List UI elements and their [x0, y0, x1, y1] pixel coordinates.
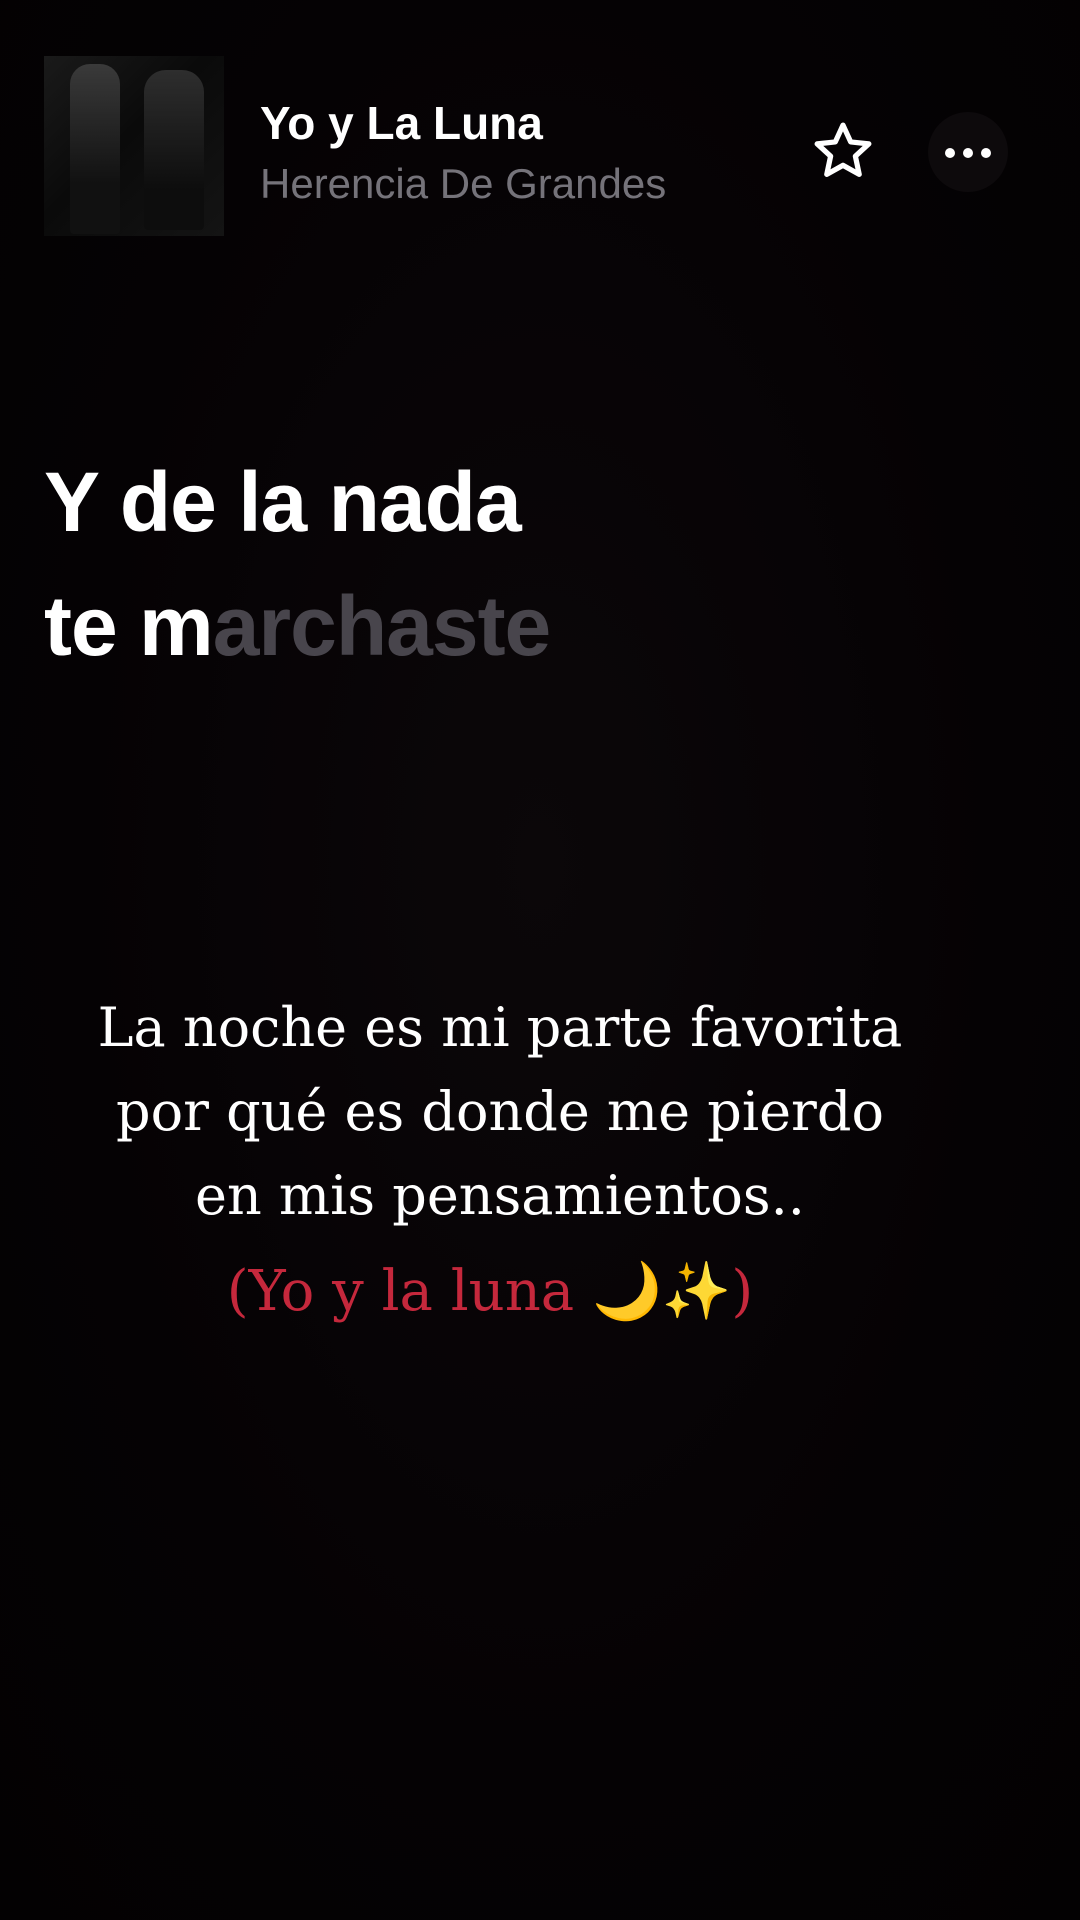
current-lyric-sung-part: te m [44, 579, 214, 673]
quote-line: La noche es mi parte favorita [97, 996, 903, 1059]
current-lyric-line-2: te marchaste [44, 564, 552, 688]
signature-text: (Yo y la luna [226, 1259, 592, 1324]
now-playing-header: Yo y La Luna Herencia De Grandes [0, 0, 1080, 260]
more-options-button[interactable] [928, 112, 1008, 192]
ellipsis-dot [963, 148, 973, 158]
album-art-figure [144, 70, 204, 230]
lyrics-screen: Yo y La Luna Herencia De Grandes Y de la… [0, 0, 1080, 1920]
overlay-quote: La noche es mi parte favorita por qué es… [40, 986, 960, 1238]
ellipsis-dot [981, 148, 991, 158]
ellipsis-dot [945, 148, 955, 158]
quote-line: por qué es donde me pierdo [116, 1080, 884, 1143]
current-lyric-unsung-part: archaste [212, 579, 552, 673]
quote-line: en mis pensamientos.. [195, 1164, 805, 1227]
star-outline-icon [814, 122, 872, 177]
artist-name[interactable]: Herencia De Grandes [260, 160, 666, 208]
album-art-figure [70, 64, 120, 234]
moon-sparkles-icon: 🌙✨ [591, 1259, 732, 1324]
overlay-signature: (Yo y la luna 🌙✨) [210, 1258, 770, 1324]
favorite-button[interactable] [810, 118, 876, 184]
signature-close: ) [731, 1259, 754, 1324]
current-lyric[interactable]: Y de la nada te marchaste [44, 440, 552, 688]
song-title[interactable]: Yo y La Luna [260, 96, 543, 150]
current-lyric-line-1: Y de la nada [44, 455, 522, 549]
album-art[interactable] [44, 56, 224, 236]
